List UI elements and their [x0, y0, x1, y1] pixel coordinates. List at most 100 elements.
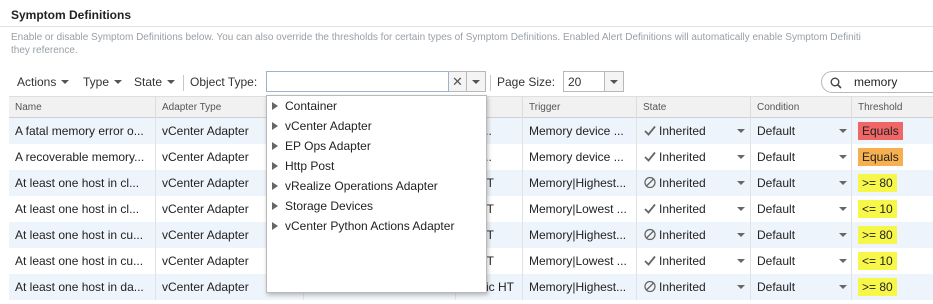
expand-triangle-icon[interactable] [272, 142, 278, 150]
dropdown-item-label: vCenter Python Actions Adapter [285, 219, 455, 233]
disabled-icon [644, 280, 656, 293]
page-size-label: Page Size: [497, 75, 556, 89]
caret-down-icon [737, 129, 745, 133]
dropdown-item[interactable]: Storage Devices [272, 197, 373, 215]
state-dropdown[interactable]: Inherited [637, 274, 751, 300]
condition-value: Default [757, 280, 796, 294]
condition-value: Default [757, 202, 796, 216]
caret-down-icon [839, 233, 847, 237]
threshold-badge: Equals [858, 122, 903, 140]
check-icon [644, 255, 656, 266]
threshold-badge: <= 10 [858, 200, 897, 218]
toolbar-separator [490, 75, 491, 91]
check-icon [644, 151, 656, 162]
column-header-condition[interactable]: Condition [751, 97, 852, 118]
state-value: Inherited [659, 150, 706, 164]
dropdown-item[interactable]: vCenter Python Actions Adapter [272, 217, 454, 235]
threshold-cell[interactable]: <= 10 [852, 196, 933, 222]
condition-dropdown[interactable]: Default [751, 118, 852, 144]
state-filter-menu[interactable]: State [134, 75, 176, 89]
cell-trigger: Memory|Highest... [523, 170, 637, 196]
dropdown-item-label: Container [285, 99, 338, 113]
condition-dropdown[interactable]: Default [751, 248, 852, 274]
clear-icon[interactable]: ✕ [449, 71, 467, 92]
divider [0, 26, 933, 27]
toolbar: Actions Type State Object Type: ✕ Page S… [0, 70, 933, 96]
caret-down-icon [167, 80, 176, 84]
threshold-badge: >= 80 [858, 226, 897, 244]
condition-value: Default [757, 254, 796, 268]
type-filter-menu[interactable]: Type [83, 75, 123, 89]
state-dropdown[interactable]: Inherited [637, 144, 751, 170]
caret-down-icon [737, 259, 745, 263]
disabled-icon [644, 176, 656, 189]
object-type-label: Object Type: [190, 75, 258, 89]
page-size-dropdown-button[interactable] [605, 71, 624, 92]
state-value: Inherited [659, 124, 706, 138]
search-input[interactable]: memory [821, 71, 933, 93]
state-dropdown[interactable]: Inherited [637, 248, 751, 274]
cell-name: At least one host in da... [9, 274, 156, 300]
expand-triangle-icon[interactable] [272, 122, 278, 130]
condition-dropdown[interactable]: Default [751, 170, 852, 196]
dropdown-item-label: vCenter Adapter [285, 119, 372, 133]
cell-name: A recoverable memory... [9, 144, 156, 170]
threshold-cell[interactable]: >= 80 [852, 170, 933, 196]
object-type-input[interactable] [266, 71, 449, 92]
condition-dropdown[interactable]: Default [751, 144, 852, 170]
state-dropdown[interactable]: Inherited [637, 118, 751, 144]
dropdown-item[interactable]: vCenter Adapter [272, 117, 372, 135]
expand-triangle-icon[interactable] [272, 222, 278, 230]
column-header-threshold[interactable]: Threshold [852, 97, 933, 118]
column-header-name[interactable]: Name [9, 97, 156, 118]
expand-triangle-icon[interactable] [272, 182, 278, 190]
caret-down-icon [61, 80, 70, 84]
state-value: Inherited [659, 202, 706, 216]
column-header-trigger[interactable]: Trigger [523, 97, 637, 118]
expand-triangle-icon[interactable] [272, 102, 278, 110]
state-dropdown[interactable]: Inherited [637, 222, 751, 248]
condition-dropdown[interactable]: Default [751, 196, 852, 222]
disabled-icon [644, 228, 656, 241]
condition-dropdown[interactable]: Default [751, 274, 852, 300]
page-size-input[interactable]: 20 [563, 71, 605, 92]
threshold-cell[interactable]: Equals [852, 118, 933, 144]
state-dropdown[interactable]: Inherited [637, 170, 751, 196]
dropdown-item[interactable]: EP Ops Adapter [272, 137, 371, 155]
dropdown-item[interactable]: Http Post [272, 157, 334, 175]
page-description: Enable or disable Symptom Definitions be… [11, 31, 931, 57]
caret-down-icon [737, 181, 745, 185]
state-dropdown[interactable]: Inherited [637, 196, 751, 222]
expand-triangle-icon[interactable] [272, 162, 278, 170]
threshold-cell[interactable]: >= 80 [852, 222, 933, 248]
state-value: Inherited [659, 228, 706, 242]
threshold-cell[interactable]: >= 80 [852, 274, 933, 300]
dropdown-item-label: Http Post [285, 159, 335, 173]
caret-down-icon [839, 181, 847, 185]
expand-triangle-icon[interactable] [272, 202, 278, 210]
dropdown-item-label: EP Ops Adapter [285, 139, 371, 153]
state-label: State [134, 75, 163, 89]
threshold-badge: Equals [858, 148, 903, 166]
dropdown-item[interactable]: vRealize Operations Adapter [272, 177, 438, 195]
search-value: memory [854, 75, 898, 89]
dropdown-item-label: Storage Devices [285, 199, 374, 213]
cell-name: At least one host in cu... [9, 222, 156, 248]
description-line-1: Enable or disable Symptom Definitions be… [11, 32, 861, 43]
threshold-cell[interactable]: Equals [852, 144, 933, 170]
caret-down-icon [737, 285, 745, 289]
object-type-dropdown-button[interactable] [467, 71, 486, 92]
cell-name: At least one host in cl... [9, 170, 156, 196]
actions-menu[interactable]: Actions [17, 75, 70, 89]
condition-dropdown[interactable]: Default [751, 222, 852, 248]
condition-value: Default [757, 124, 796, 138]
caret-down-icon [610, 80, 618, 84]
cell-name: At least one host in cl... [9, 196, 156, 222]
dropdown-item[interactable]: Container [272, 97, 337, 115]
toolbar-separator [183, 75, 184, 91]
condition-value: Default [757, 176, 796, 190]
threshold-cell[interactable]: <= 10 [852, 248, 933, 274]
column-header-state[interactable]: State [637, 97, 751, 118]
caret-down-icon [839, 155, 847, 159]
dropdown-item-label: vRealize Operations Adapter [285, 179, 438, 193]
